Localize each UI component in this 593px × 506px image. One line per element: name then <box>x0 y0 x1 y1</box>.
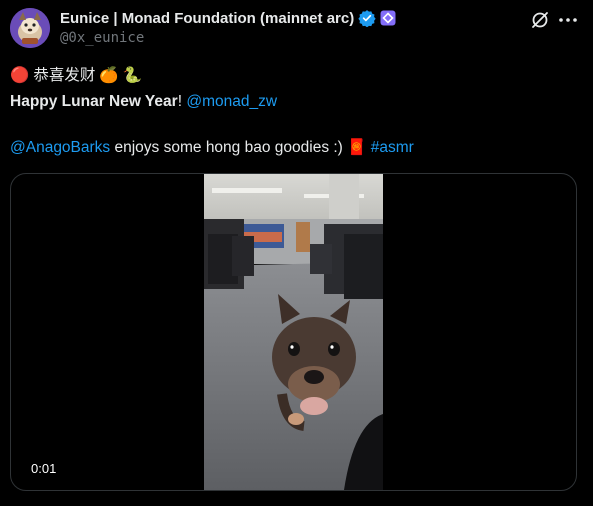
video-player[interactable]: 0:01 <box>10 173 577 491</box>
author-display-name[interactable]: Eunice | Monad Foundation (mainnet arc) <box>60 10 354 27</box>
hashtag-asmr[interactable]: #asmr <box>371 139 414 156</box>
video-timestamp: 0:01 <box>31 461 57 476</box>
red-envelope-emoji: 🧧 <box>347 139 367 156</box>
verified-badge-icon <box>358 10 376 27</box>
tweet-line-2: Happy Lunar New Year! @monad_zw <box>10 92 277 112</box>
grok-icon[interactable] <box>529 9 551 31</box>
chinese-greeting: 恭喜发财 <box>33 67 96 84</box>
tweet-line-3: @AnagoBarks enjoys some hong bao goodies… <box>10 138 414 158</box>
author-handle[interactable]: @0x_eunice <box>60 30 144 46</box>
avatar[interactable] <box>10 8 50 48</box>
lantern-emoji: 🔴 <box>10 67 30 84</box>
more-icon[interactable] <box>556 9 580 31</box>
tweet: Eunice | Monad Foundation (mainnet arc) … <box>0 0 593 506</box>
video-frame <box>204 174 383 490</box>
snake-emoji: 🐍 <box>122 67 142 84</box>
avatar-image <box>10 8 50 48</box>
affiliate-badge-icon[interactable] <box>380 10 396 26</box>
greeting-punct: ! <box>177 93 183 110</box>
mention-monad-zw[interactable]: @monad_zw <box>186 93 277 110</box>
tweet-line-1: 🔴 恭喜发财 🍊 🐍 <box>10 66 142 86</box>
greeting-bold: Happy Lunar New Year <box>10 93 178 110</box>
author-name-row: Eunice | Monad Foundation (mainnet arc) <box>60 9 396 27</box>
orange-emoji: 🍊 <box>99 67 119 84</box>
mention-anagobarks[interactable]: @AnagoBarks <box>10 139 110 156</box>
tweet-body-text: enjoys some hong bao goodies :) <box>110 139 348 156</box>
